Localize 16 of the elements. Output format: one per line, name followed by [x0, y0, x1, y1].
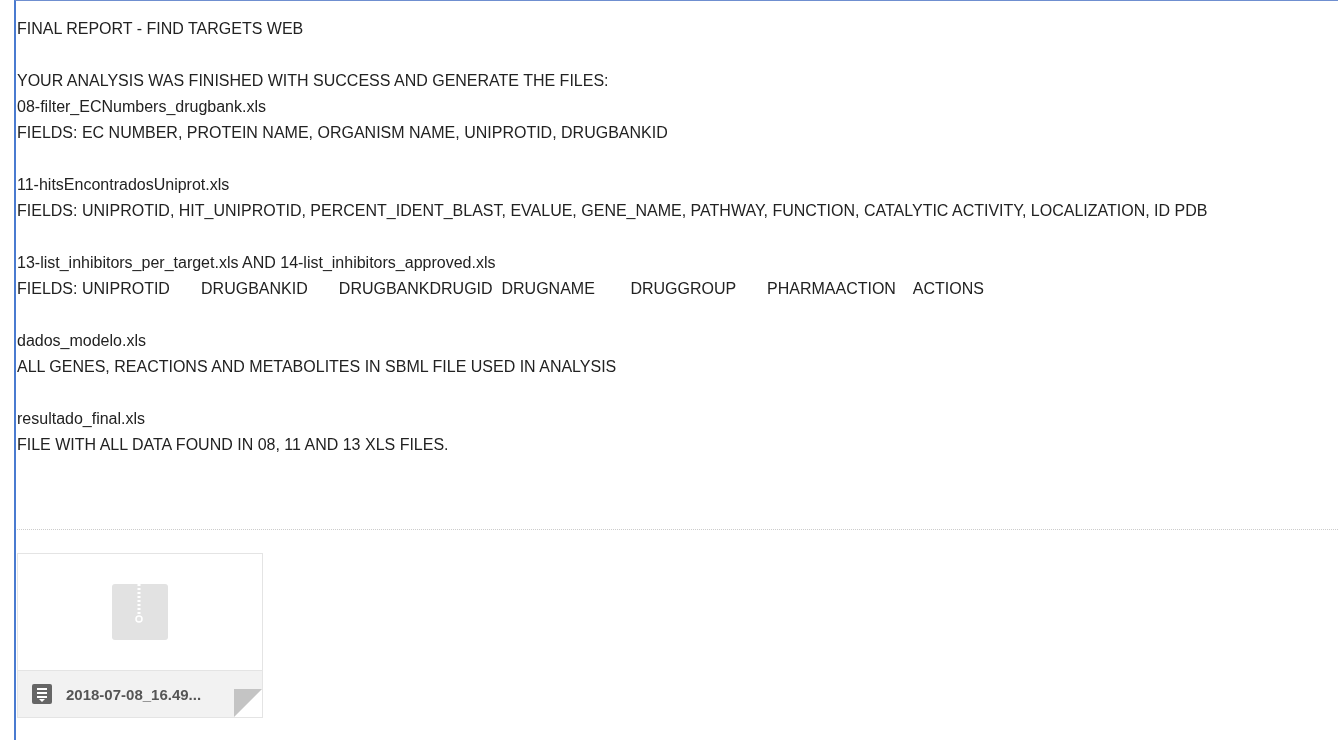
zip-file-icon: [112, 584, 168, 640]
document-icon: [32, 684, 52, 704]
message-line: FILE WITH ALL DATA FOUND IN 08, 11 AND 13 XLS FILES.: [17, 435, 450, 455]
message-line: 13-list_inhibitors_per_target.xls AND 14-list_inhibitors_approved.xls: [17, 253, 497, 273]
message-line: FIELDS: UNIPROTID, HIT_UNIPROTID, PERCENT_IDENT_BLAST, EVALUE, GENE_NAME, PATHWAY, FUNCTION, CATALYTIC ACTIVITY, LOCALIZATION, ID PDB: [17, 201, 1209, 221]
message-line: YOUR ANALYSIS WAS FINISHED WITH SUCCESS AND GENERATE THE FILES:: [17, 71, 610, 91]
message-line: dados_modelo.xls: [17, 331, 147, 351]
attachment-card[interactable]: 2018-07-08_16.49...: [17, 553, 263, 718]
folded-corner-icon: [234, 689, 262, 717]
message-line: FIELDS: UNIPROTID DRUGBANKID DRUGBANKDRUGID DRUGNAME DRUGGROUP PHARMAACTION ACTIONS: [17, 279, 985, 299]
message-line: FIELDS: EC NUMBER, PROTEIN NAME, ORGANISM NAME, UNIPROTID, DRUGBANKID: [17, 123, 669, 143]
report-title: FINAL REPORT - FIND TARGETS WEB: [17, 19, 305, 39]
message-line: 11-hitsEncontradosUniprot.xls: [17, 175, 231, 195]
message-line: resultado_final.xls: [17, 409, 147, 429]
message-line: 08-filter_ECNumbers_drugbank.xls: [17, 97, 267, 117]
message-line: ALL GENES, REACTIONS AND METABOLITES IN SBML FILE USED IN ANALYSIS: [17, 357, 618, 377]
